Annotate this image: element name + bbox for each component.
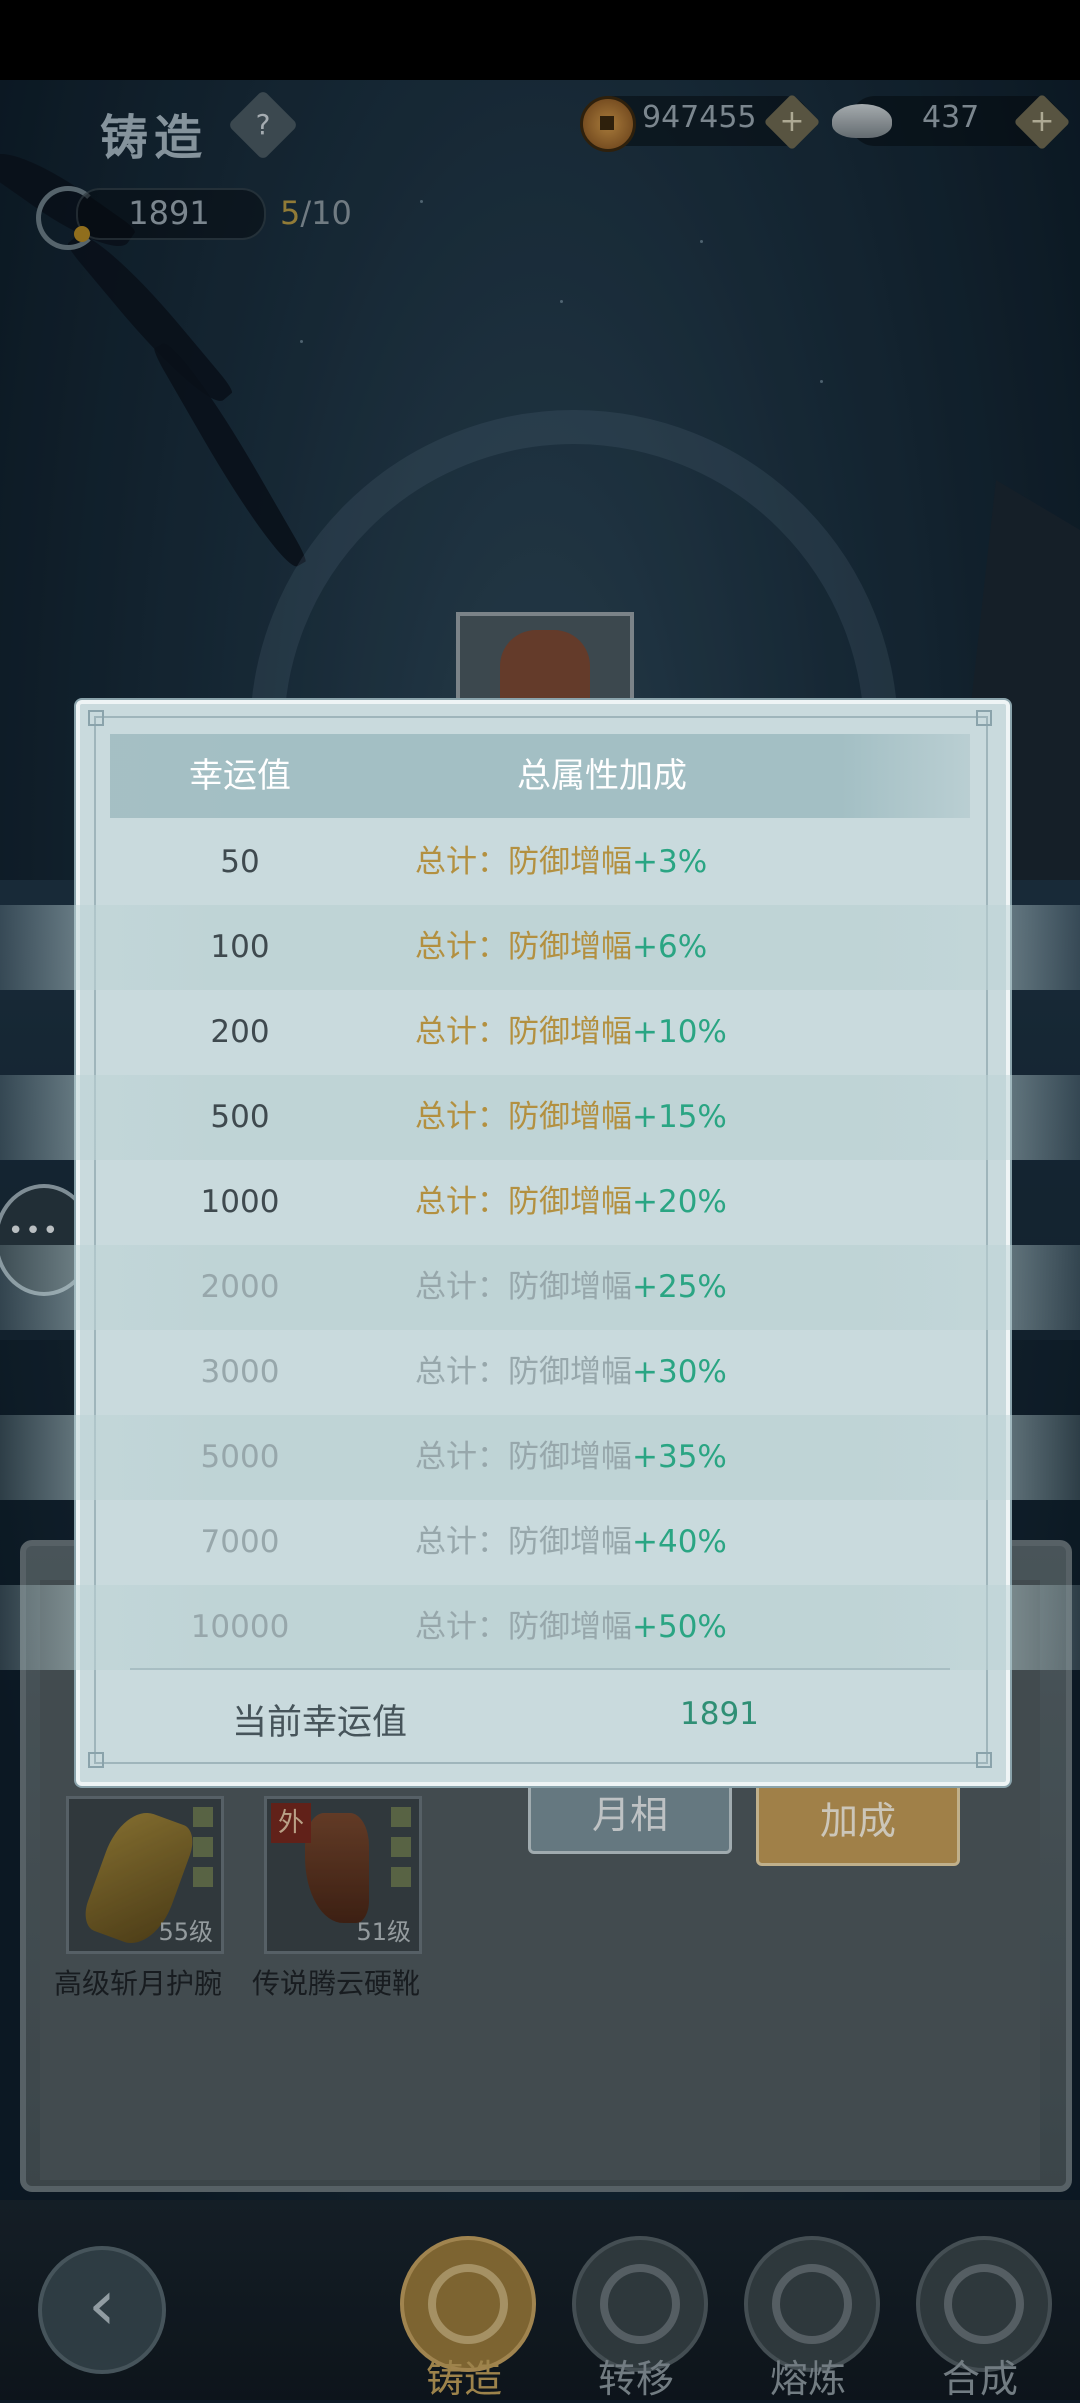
luck-threshold: 10000 xyxy=(190,1609,290,1645)
luck-threshold: 200 xyxy=(210,1014,270,1050)
bonus-percent: +50% xyxy=(632,1609,727,1645)
bonus-label: 总计：防御增幅 xyxy=(415,1184,632,1220)
luck-threshold: 1000 xyxy=(200,1184,280,1220)
current-luck-value: 1891 xyxy=(680,1696,759,1732)
bonus-text: 总计：防御增幅+20% xyxy=(415,1160,727,1245)
bonus-text: 总计：防御增幅+3% xyxy=(415,820,707,905)
corner-ornament xyxy=(976,1752,992,1768)
bonus-label: 总计：防御增幅 xyxy=(415,844,632,880)
bonus-text: 总计：防御增幅+10% xyxy=(415,990,727,1075)
current-luck-label: 当前幸运值 xyxy=(232,1703,408,1743)
header-luck: 幸运值 xyxy=(189,756,291,796)
bonus-text: 总计：防御增幅+25% xyxy=(415,1245,727,1330)
table-row: 200 总计：防御增幅+10% xyxy=(0,990,1080,1075)
bonus-label: 总计：防御增幅 xyxy=(415,1099,632,1135)
table-row: 2000 总计：防御增幅+25% xyxy=(0,1245,1080,1330)
bonus-percent: +15% xyxy=(632,1099,727,1135)
bonus-text: 总计：防御增幅+50% xyxy=(415,1585,727,1670)
table-row: 5000 总计：防御增幅+35% xyxy=(0,1415,1080,1500)
luck-threshold: 5000 xyxy=(200,1439,280,1475)
bonus-text: 总计：防御增幅+40% xyxy=(415,1500,727,1585)
table-row: 50 总计：防御增幅+3% xyxy=(0,820,1080,905)
table-row: 7000 总计：防御增幅+40% xyxy=(0,1500,1080,1585)
bonus-text: 总计：防御增幅+15% xyxy=(415,1075,727,1160)
bonus-label: 总计：防御增幅 xyxy=(415,1524,632,1560)
table-row: 100 总计：防御增幅+6% xyxy=(0,905,1080,990)
bonus-percent: +40% xyxy=(632,1524,727,1560)
luck-threshold: 7000 xyxy=(200,1524,280,1560)
bonus-text: 总计：防御增幅+30% xyxy=(415,1330,727,1415)
bonus-percent: +3% xyxy=(632,844,708,880)
header-bonus: 总属性加成 xyxy=(517,756,687,796)
bonus-label: 总计：防御增幅 xyxy=(415,1354,632,1390)
bonus-label: 总计：防御增幅 xyxy=(415,1609,632,1645)
luck-threshold: 100 xyxy=(210,929,270,965)
table-row: 10000 总计：防御增幅+50% xyxy=(0,1585,1080,1670)
luck-threshold: 3000 xyxy=(200,1354,280,1390)
bonus-percent: +20% xyxy=(632,1184,727,1220)
table-row: 3000 总计：防御增幅+30% xyxy=(0,1330,1080,1415)
corner-ornament xyxy=(88,1752,104,1768)
luck-threshold: 2000 xyxy=(200,1269,280,1305)
divider xyxy=(130,1668,950,1670)
luck-threshold: 500 xyxy=(210,1099,270,1135)
bonus-text: 总计：防御增幅+6% xyxy=(415,905,707,990)
table-row: 1000 总计：防御增幅+20% xyxy=(0,1160,1080,1245)
bonus-text: 总计：防御增幅+35% xyxy=(415,1415,727,1500)
bonus-label: 总计：防御增幅 xyxy=(415,1439,632,1475)
bonus-percent: +35% xyxy=(632,1439,727,1475)
bonus-label: 总计：防御增幅 xyxy=(415,1269,632,1305)
luck-threshold: 50 xyxy=(220,844,260,880)
bonus-percent: +30% xyxy=(632,1354,727,1390)
bonus-percent: +10% xyxy=(632,1014,727,1050)
status-bar xyxy=(0,0,1080,80)
table-row: 500 总计：防御增幅+15% xyxy=(0,1075,1080,1160)
bonus-label: 总计：防御增幅 xyxy=(415,929,632,965)
corner-ornament xyxy=(976,710,992,726)
corner-ornament xyxy=(88,710,104,726)
bonus-percent: +25% xyxy=(632,1269,727,1305)
bonus-label: 总计：防御增幅 xyxy=(415,1014,632,1050)
bonus-percent: +6% xyxy=(632,929,708,965)
